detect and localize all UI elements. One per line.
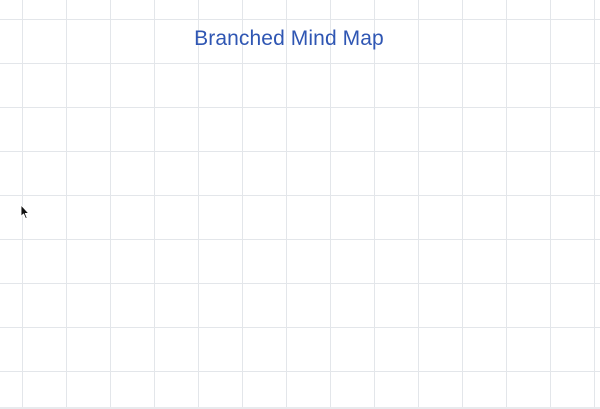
mind-map-title[interactable]: Branched Mind Map (0, 27, 578, 51)
arrow-pointer-icon (20, 204, 30, 220)
mind-map-canvas[interactable]: Branched Mind Map (0, 0, 600, 409)
